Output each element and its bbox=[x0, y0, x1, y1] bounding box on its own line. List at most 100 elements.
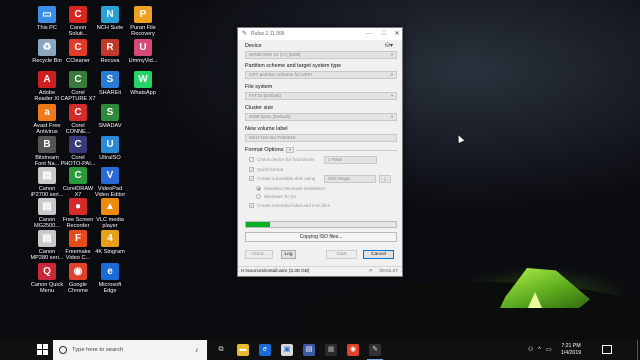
bad-blocks-option[interactable]: Check device for bad blocks bbox=[249, 157, 314, 162]
image-type-dropdown[interactable]: ISO Image bbox=[324, 175, 376, 183]
file-explorer-icon[interactable]: ▬ bbox=[237, 344, 249, 356]
desktop-icon[interactable]: N NCH Suite bbox=[92, 6, 128, 31]
desktop-icon-label: SMADAV bbox=[98, 123, 122, 129]
chrome-taskbar-icon[interactable]: ◉ bbox=[347, 344, 359, 356]
desktop-icon[interactable]: C Corel CAPTURE X7 bbox=[60, 71, 96, 103]
standard-install-radio[interactable] bbox=[256, 186, 261, 191]
desktop-icon[interactable]: C Corel CONNE... bbox=[60, 104, 96, 136]
extended-label-option[interactable]: ✓ Create extended label and icon files bbox=[249, 203, 330, 208]
network-icon[interactable]: ▭ bbox=[546, 340, 552, 360]
bootable-checkbox[interactable]: ✓ bbox=[249, 176, 254, 181]
desktop-icon-label: CorelDRAW X7 bbox=[62, 186, 94, 199]
desktop-icon[interactable]: C Canon Soluti... bbox=[60, 6, 96, 38]
free-screen-recorder-icon: ● bbox=[69, 198, 87, 215]
canon-quick-menu-icon: Q bbox=[38, 263, 56, 280]
device-dropdown[interactable]: WINDOWS 10 (H:) [8GB] ▼ bbox=[245, 51, 397, 59]
taskbar-app-icon[interactable]: ▤ bbox=[303, 344, 315, 356]
puran-file-recovery-icon: P bbox=[134, 6, 152, 23]
device-label: Device bbox=[245, 43, 262, 49]
file-system-label: File system bbox=[245, 84, 273, 90]
bitstream-font-icon: B bbox=[38, 136, 56, 153]
select-image-button[interactable]: ⤓ bbox=[379, 175, 391, 183]
format-options-heading: Format Options bbox=[245, 147, 284, 153]
corel-capture-icon: C bbox=[69, 71, 87, 88]
bad-blocks-checkbox[interactable] bbox=[249, 157, 254, 162]
desktop-icon[interactable]: U UmmyVid... bbox=[125, 39, 161, 64]
this-pc-icon: ▭ bbox=[38, 6, 56, 23]
about-button[interactable]: About... bbox=[245, 250, 273, 259]
start-button[interactable]: Start bbox=[326, 250, 357, 259]
desktop-icon[interactable]: R Recuva bbox=[92, 39, 128, 64]
desktop-icon[interactable]: ▲ VLC media player bbox=[92, 198, 128, 230]
desktop-icon[interactable]: P Puran File Recovery bbox=[125, 6, 161, 38]
ccleaner-icon: C bbox=[69, 39, 87, 56]
file-system-dropdown[interactable]: FAT32 (Default) ▼ bbox=[245, 92, 397, 100]
microphone-icon[interactable]: ♪ bbox=[195, 347, 203, 354]
search-icon bbox=[59, 346, 67, 354]
desktop-icon[interactable]: 4 4K Stogram bbox=[92, 230, 128, 255]
taskbar-clock[interactable]: 7:21 PM 1/4/2019 bbox=[556, 343, 586, 356]
standard-install-option[interactable]: Standard Windows installation bbox=[256, 186, 326, 191]
desktop-icon-label: CCleaner bbox=[66, 58, 90, 64]
desktop-icon[interactable]: S SHAREit bbox=[92, 71, 128, 96]
taskbar-search-box[interactable]: Type here to search ♪ bbox=[53, 340, 207, 360]
windows-to-go-option[interactable]: Windows To Go bbox=[256, 194, 296, 199]
cluster-size-dropdown[interactable]: 4096 bytes (Default) ▼ bbox=[245, 113, 397, 121]
desktop-icon-label: Recuva bbox=[100, 58, 120, 64]
desktop-icon[interactable]: U UltraISO bbox=[92, 136, 128, 161]
desktop-icon-label: UltraISO bbox=[99, 155, 121, 161]
volume-label-title: New volume label bbox=[245, 126, 288, 132]
desktop-icon[interactable]: ● Free Screen Recorder bbox=[60, 198, 96, 230]
edge-taskbar-icon[interactable]: e bbox=[259, 344, 271, 356]
desktop-icon[interactable]: S SMADAV bbox=[92, 104, 128, 129]
passes-dropdown[interactable]: 1 Pass bbox=[324, 156, 377, 164]
cancel-button[interactable]: Cancel bbox=[363, 250, 394, 259]
desktop-icon-label: VideoPad Video Editor bbox=[94, 186, 126, 199]
title-bar[interactable]: ✎ Rufus 2.11.995 — ☐ ✕ bbox=[238, 28, 402, 40]
quick-format-option[interactable]: ✓ Quick format bbox=[249, 167, 283, 172]
save-drive-icon[interactable]: ⛁▾ bbox=[385, 42, 393, 49]
desktop-icon-label: Corel PHOTO-PAI... bbox=[60, 155, 96, 168]
log-button[interactable]: Log bbox=[281, 250, 296, 259]
lock-icon: # bbox=[369, 269, 372, 274]
store-icon[interactable]: ▣ bbox=[281, 344, 293, 356]
tray-chevron-icon[interactable]: ^ bbox=[538, 340, 541, 360]
taskbar-app2-icon[interactable]: ▦ bbox=[325, 344, 337, 356]
hill-silhouette bbox=[300, 282, 640, 340]
desktop-icon[interactable]: e Microsoft Edge bbox=[92, 263, 128, 295]
partition-scheme-dropdown[interactable]: GPT partition scheme for UEFI ▼ bbox=[245, 71, 397, 79]
quick-format-checkbox[interactable]: ✓ bbox=[249, 167, 254, 172]
maximize-button[interactable]: ☐ bbox=[377, 28, 391, 40]
volume-label-input[interactable]: Win7-U8-x64-Feb2018 bbox=[245, 134, 397, 142]
partition-scheme-label: Partition scheme and target system type bbox=[245, 63, 342, 69]
rufus-taskbar-icon[interactable]: ✎ bbox=[367, 344, 383, 360]
microsoft-edge-icon: e bbox=[101, 263, 119, 280]
desktop-icon[interactable]: C CorelDRAW X7 bbox=[60, 167, 96, 199]
close-button[interactable]: ✕ bbox=[390, 28, 404, 40]
windows-start-button[interactable] bbox=[37, 344, 49, 356]
desktop-icon[interactable]: V VideoPad Video Editor bbox=[92, 167, 128, 199]
desktop-icon-label: Free Screen Recorder bbox=[62, 217, 94, 230]
extended-label-checkbox[interactable]: ✓ bbox=[249, 203, 254, 208]
format-options-toggle-icon[interactable]: ▾ bbox=[286, 147, 294, 153]
progress-bar bbox=[245, 221, 397, 228]
avast-icon: a bbox=[38, 104, 56, 121]
notifications-icon[interactable] bbox=[602, 345, 612, 354]
smadav-icon: S bbox=[101, 104, 119, 121]
desktop-icon[interactable]: C CCleaner bbox=[60, 39, 96, 64]
desktop-icon[interactable]: W WhatsApp bbox=[125, 71, 161, 96]
desktop-icon[interactable]: F Freemake Video C... bbox=[60, 230, 96, 262]
whatsapp-icon: W bbox=[134, 71, 152, 88]
minimize-button[interactable]: — bbox=[362, 28, 376, 40]
divider bbox=[296, 150, 397, 151]
nch-suite-icon: N bbox=[101, 6, 119, 23]
coreldraw-icon: C bbox=[69, 167, 87, 184]
bootable-option[interactable]: ✓ Create a bootable disk using bbox=[249, 176, 315, 181]
windows-to-go-radio[interactable] bbox=[256, 194, 261, 199]
desktop: ▭ This PC C Canon Soluti... N NCH Suite P Puran… bbox=[0, 0, 640, 340]
glowing-tent bbox=[500, 268, 590, 308]
desktop-icon[interactable]: ◉ Google Chrome bbox=[60, 263, 96, 295]
desktop-icon[interactable]: C Corel PHOTO-PAI... bbox=[60, 136, 96, 168]
people-icon[interactable]: ⚇ bbox=[528, 340, 533, 360]
task-view-icon[interactable]: ⧉ bbox=[215, 344, 227, 356]
